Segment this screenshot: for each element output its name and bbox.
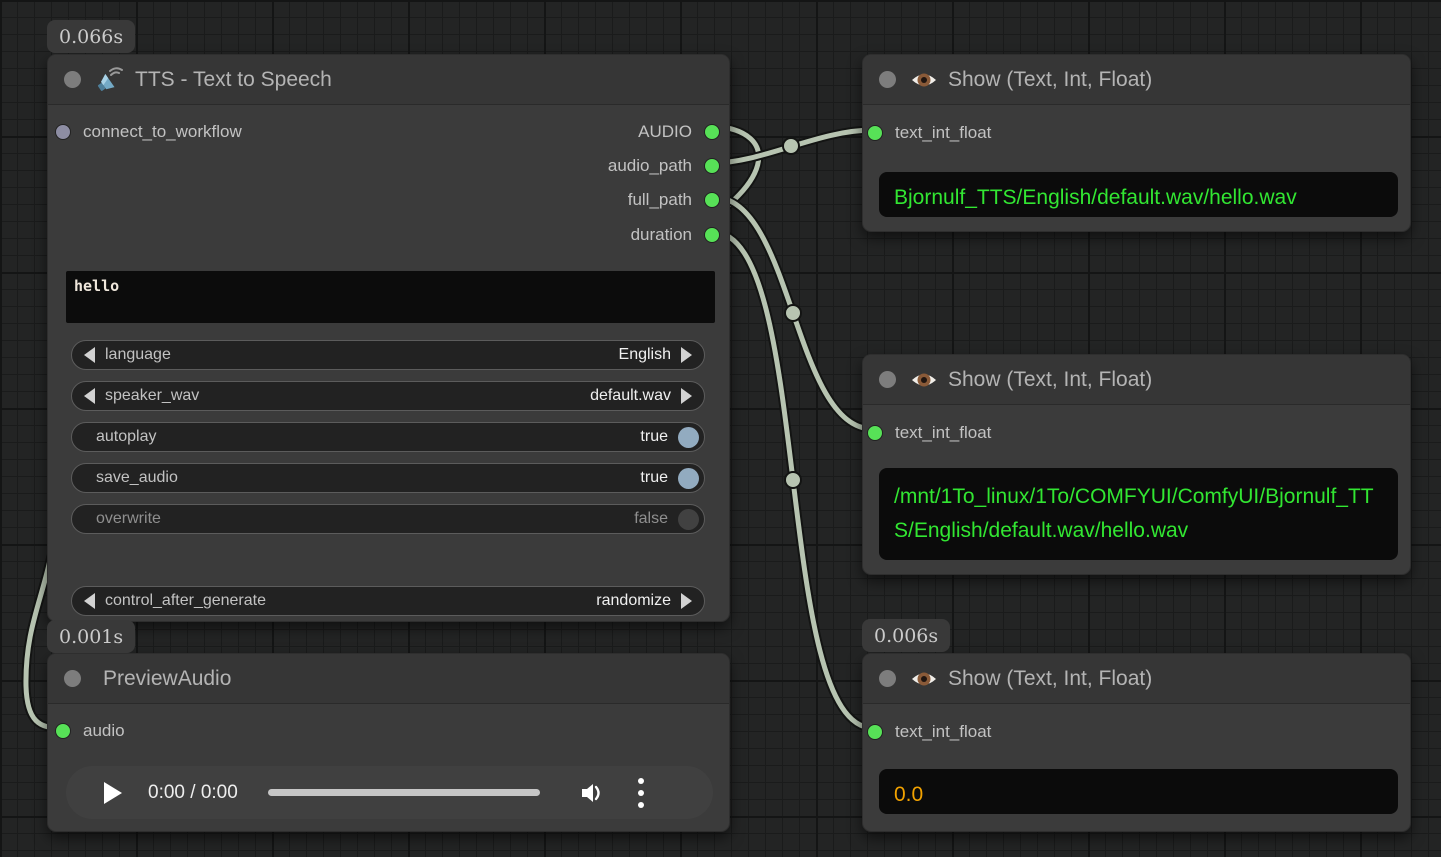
- widget-label: overwrite: [96, 510, 634, 528]
- widget-label: autoplay: [96, 428, 640, 446]
- widget-value: English: [619, 346, 671, 364]
- node-title: PreviewAudio: [103, 667, 231, 691]
- output-port-label: duration: [631, 225, 692, 245]
- text-input-area[interactable]: hello: [66, 271, 715, 323]
- input-port-audio[interactable]: audio: [55, 721, 125, 741]
- output-port-duration[interactable]: duration: [631, 225, 720, 245]
- output-port-full-path[interactable]: full_path: [628, 190, 720, 210]
- tts-node-header[interactable]: TTS - Text to Speech: [48, 55, 729, 105]
- toggle-widget-overwrite[interactable]: overwrite false: [71, 504, 705, 534]
- show-node-header[interactable]: Show (Text, Int, Float): [863, 355, 1410, 405]
- combo-widget-control-after-generate[interactable]: control_after_generate randomize: [71, 586, 705, 616]
- toggle-on-dot[interactable]: [678, 468, 699, 489]
- node-show-text-int-float-1[interactable]: Show (Text, Int, Float) text_int_float B…: [862, 54, 1411, 232]
- collapse-dot[interactable]: [64, 71, 81, 88]
- play-icon[interactable]: [104, 782, 122, 804]
- combo-widget-language[interactable]: language English: [71, 340, 705, 370]
- collapse-dot[interactable]: [879, 670, 896, 687]
- node-preview-audio[interactable]: PreviewAudio audio 0:00 / 0:00: [47, 653, 730, 832]
- output-dot[interactable]: [704, 192, 720, 208]
- display-value-box: Bjornulf_TTS/English/default.wav/hello.w…: [879, 172, 1398, 217]
- display-value-box: /mnt/1To_linux/1To/COMFYUI/ComfyUI/Bjorn…: [879, 468, 1398, 560]
- eye-icon: [910, 366, 938, 394]
- execution-time-badge-show3: 0.006s: [862, 619, 950, 652]
- show-node-header[interactable]: Show (Text, Int, Float): [863, 55, 1410, 105]
- input-dot[interactable]: [867, 724, 883, 740]
- node-title: Show (Text, Int, Float): [948, 667, 1152, 691]
- output-dot[interactable]: [704, 227, 720, 243]
- widget-value: randomize: [596, 592, 671, 610]
- eye-icon: [910, 66, 938, 94]
- preview-audio-header[interactable]: PreviewAudio: [48, 654, 729, 704]
- input-port-text-int-float[interactable]: text_int_float: [867, 123, 991, 143]
- node-show-text-int-float-3[interactable]: Show (Text, Int, Float) text_int_float 0…: [862, 653, 1411, 832]
- collapse-dot[interactable]: [879, 71, 896, 88]
- input-port-text-int-float[interactable]: text_int_float: [867, 722, 991, 742]
- input-port-label: text_int_float: [895, 423, 991, 443]
- input-port-connect-to-workflow[interactable]: connect_to_workflow: [55, 122, 242, 142]
- collapse-dot[interactable]: [64, 670, 81, 687]
- widget-value: true: [640, 469, 668, 487]
- toggle-widget-autoplay[interactable]: autoplay true: [71, 422, 705, 452]
- combo-prev-icon[interactable]: [84, 347, 95, 363]
- widget-value: true: [640, 428, 668, 446]
- output-port-audio-path[interactable]: audio_path: [608, 156, 720, 176]
- more-options-icon[interactable]: [638, 775, 644, 811]
- input-dot[interactable]: [55, 124, 71, 140]
- collapse-dot[interactable]: [879, 371, 896, 388]
- output-port-label: AUDIO: [638, 122, 692, 142]
- combo-next-icon[interactable]: [681, 388, 692, 404]
- widget-label: control_after_generate: [105, 592, 596, 610]
- execution-time-text: 0.001s: [59, 626, 123, 648]
- output-dot[interactable]: [704, 124, 720, 140]
- node-title: TTS - Text to Speech: [135, 68, 332, 92]
- megaphone-speaker-icon: [95, 65, 125, 95]
- toggle-on-dot[interactable]: [678, 427, 699, 448]
- output-port-label: full_path: [628, 190, 692, 210]
- link-midpoint-dot[interactable]: [785, 472, 801, 488]
- input-port-text-int-float[interactable]: text_int_float: [867, 423, 991, 443]
- node-title: Show (Text, Int, Float): [948, 368, 1152, 392]
- volume-icon[interactable]: [578, 779, 606, 807]
- show-node-header[interactable]: Show (Text, Int, Float): [863, 654, 1410, 704]
- widget-label: speaker_wav: [105, 387, 590, 405]
- playback-time: 0:00 / 0:00: [148, 782, 238, 804]
- input-dot[interactable]: [55, 723, 71, 739]
- audio-player[interactable]: 0:00 / 0:00: [66, 766, 713, 819]
- execution-time-badge-preview: 0.001s: [47, 620, 135, 653]
- link-midpoint-dot[interactable]: [785, 305, 801, 321]
- toggle-off-dot[interactable]: [678, 509, 699, 530]
- eye-icon: [910, 665, 938, 693]
- combo-widget-speaker-wav[interactable]: speaker_wav default.wav: [71, 381, 705, 411]
- widget-value: false: [634, 510, 668, 528]
- toggle-widget-save-audio[interactable]: save_audio true: [71, 463, 705, 493]
- widget-label: save_audio: [96, 469, 640, 487]
- display-value-box: 0.0: [879, 769, 1398, 814]
- node-tts-text-to-speech[interactable]: TTS - Text to Speech connect_to_workflow…: [47, 54, 730, 622]
- input-port-label: connect_to_workflow: [83, 122, 242, 142]
- input-port-label: text_int_float: [895, 722, 991, 742]
- execution-time-text: 0.066s: [59, 26, 123, 48]
- output-port-audio[interactable]: AUDIO: [638, 122, 720, 142]
- output-port-label: audio_path: [608, 156, 692, 176]
- seek-slider[interactable]: [268, 789, 540, 796]
- input-dot[interactable]: [867, 125, 883, 141]
- combo-prev-icon[interactable]: [84, 388, 95, 404]
- widget-label: language: [105, 346, 619, 364]
- execution-time-badge-tts: 0.066s: [47, 20, 135, 53]
- output-dot[interactable]: [704, 158, 720, 174]
- link-midpoint-dot[interactable]: [783, 138, 799, 154]
- node-title: Show (Text, Int, Float): [948, 68, 1152, 92]
- widget-value: default.wav: [590, 387, 671, 405]
- execution-time-text: 0.006s: [874, 625, 938, 647]
- node-show-text-int-float-2[interactable]: Show (Text, Int, Float) text_int_float /…: [862, 354, 1411, 575]
- input-port-label: text_int_float: [895, 123, 991, 143]
- combo-next-icon[interactable]: [681, 593, 692, 609]
- input-dot[interactable]: [867, 425, 883, 441]
- combo-next-icon[interactable]: [681, 347, 692, 363]
- input-port-label: audio: [83, 721, 125, 741]
- combo-prev-icon[interactable]: [84, 593, 95, 609]
